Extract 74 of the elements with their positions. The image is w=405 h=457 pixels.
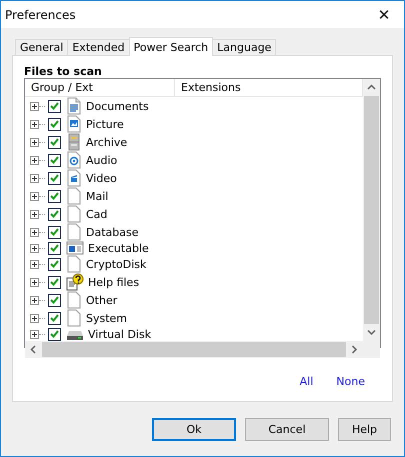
scroll-up-icon[interactable] [367, 84, 376, 91]
group-name: Audio [86, 154, 118, 166]
expand-icon[interactable] [30, 278, 39, 286]
expand-icon[interactable] [30, 244, 39, 252]
checkbox[interactable] [48, 242, 61, 254]
checkbox[interactable] [48, 208, 61, 220]
scroll-right-icon[interactable] [351, 345, 358, 354]
checkbox[interactable] [48, 276, 61, 288]
checkbox[interactable] [48, 190, 61, 202]
checkbox[interactable] [48, 312, 61, 324]
file-icon [66, 205, 82, 223]
window-title: Preferences [5, 8, 76, 22]
group-name: Archive [86, 136, 128, 148]
audio-file-icon [66, 151, 82, 169]
scrollbar-thumb[interactable] [42, 342, 346, 357]
section-title: Files to scan [24, 66, 103, 78]
picture-file-icon [66, 115, 82, 133]
cabinet-icon [66, 133, 82, 151]
group-name: Database [86, 226, 138, 238]
expand-icon[interactable] [30, 330, 39, 338]
expand-icon[interactable] [30, 156, 39, 164]
file-icon [66, 255, 82, 273]
horizontal-scrollbar[interactable] [25, 341, 363, 358]
checkbox[interactable] [48, 328, 61, 340]
expand-icon[interactable] [30, 314, 39, 322]
group-name: Documents [86, 100, 149, 112]
window-icon [66, 241, 84, 255]
expand-icon[interactable] [30, 138, 39, 146]
group-name: Other [86, 294, 118, 306]
select-link[interactable]: All [300, 375, 314, 388]
checkbox[interactable] [48, 118, 61, 130]
checkbox[interactable] [48, 136, 61, 148]
expand-icon[interactable] [30, 210, 39, 218]
group-name: Cad [86, 208, 108, 220]
file-icon [66, 223, 82, 241]
scrollbar-thumb[interactable] [364, 96, 379, 324]
file-icon [66, 309, 82, 327]
group-name: Video [86, 172, 117, 184]
expand-icon[interactable] [30, 174, 39, 182]
scroll-down-icon[interactable] [367, 329, 376, 336]
group-name: CryptoDisk [86, 258, 146, 270]
tab[interactable]: General [15, 39, 68, 56]
group-name: Virtual Disk [88, 328, 152, 340]
group-name: Picture [86, 118, 124, 130]
expand-icon[interactable] [30, 296, 39, 304]
file-icon [66, 291, 82, 309]
help-file-icon [66, 273, 84, 291]
dialog-button[interactable]: Ok [152, 418, 236, 441]
video-file-icon [66, 169, 82, 187]
expand-icon[interactable] [30, 228, 39, 236]
group-name: Help files [88, 276, 140, 288]
expand-icon[interactable] [30, 260, 39, 268]
group-name: Executable [88, 242, 149, 254]
dialog-button[interactable]: Help [338, 418, 391, 441]
tab[interactable]: Language [212, 39, 276, 56]
expand-icon[interactable] [30, 120, 39, 128]
checkbox[interactable] [48, 172, 61, 184]
checkbox[interactable] [48, 154, 61, 166]
select-link[interactable]: None [336, 375, 365, 388]
expand-icon[interactable] [30, 192, 39, 200]
column-header[interactable]: Group / Ext [25, 79, 175, 96]
close-button[interactable]: ✕ [364, 1, 404, 28]
vertical-scrollbar[interactable] [363, 79, 380, 341]
checkbox[interactable] [48, 294, 61, 306]
tab[interactable]: Power Search [128, 37, 214, 56]
scroll-left-icon[interactable] [30, 345, 37, 354]
dialog-button[interactable]: Cancel [245, 418, 329, 441]
checkbox[interactable] [48, 258, 61, 270]
group-name: Mail [86, 190, 108, 202]
checkbox[interactable] [48, 100, 61, 112]
group-name: System [86, 312, 128, 324]
checkbox[interactable] [48, 226, 61, 238]
file-icon [66, 187, 82, 205]
expand-icon[interactable] [30, 102, 39, 110]
